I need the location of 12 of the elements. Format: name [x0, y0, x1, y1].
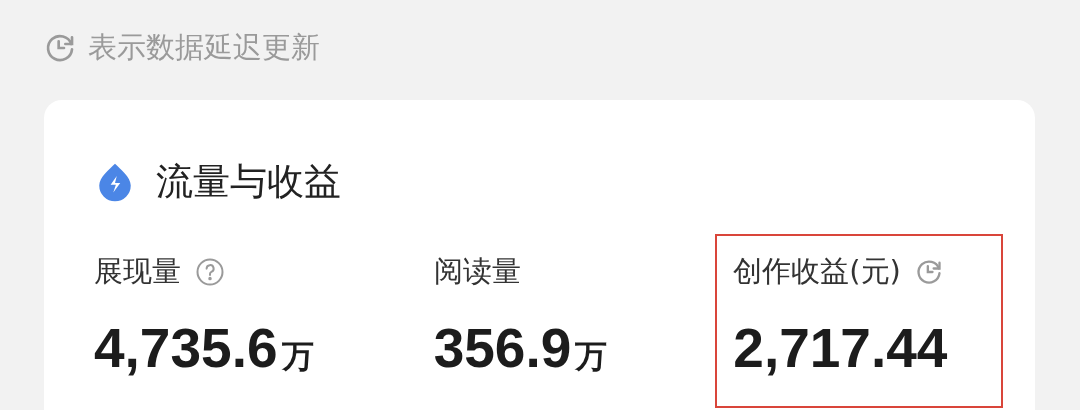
- delay-notice: 表示数据延迟更新: [88, 29, 320, 66]
- metric-label: 展现量: [94, 253, 181, 290]
- help-icon[interactable]: [195, 257, 225, 287]
- metric-value: 2,717.44: [733, 316, 948, 380]
- metric-value: 4,735.6: [94, 316, 278, 380]
- unit-label: 万: [575, 336, 608, 377]
- metric-label: 阅读量: [433, 253, 521, 290]
- clock-icon: [44, 32, 76, 64]
- metric-value: 356.9: [433, 316, 572, 380]
- unit-label: 万: [281, 336, 314, 377]
- metric-label: 创作收益(元): [733, 253, 901, 290]
- card-title: 流量与收益: [156, 159, 341, 205]
